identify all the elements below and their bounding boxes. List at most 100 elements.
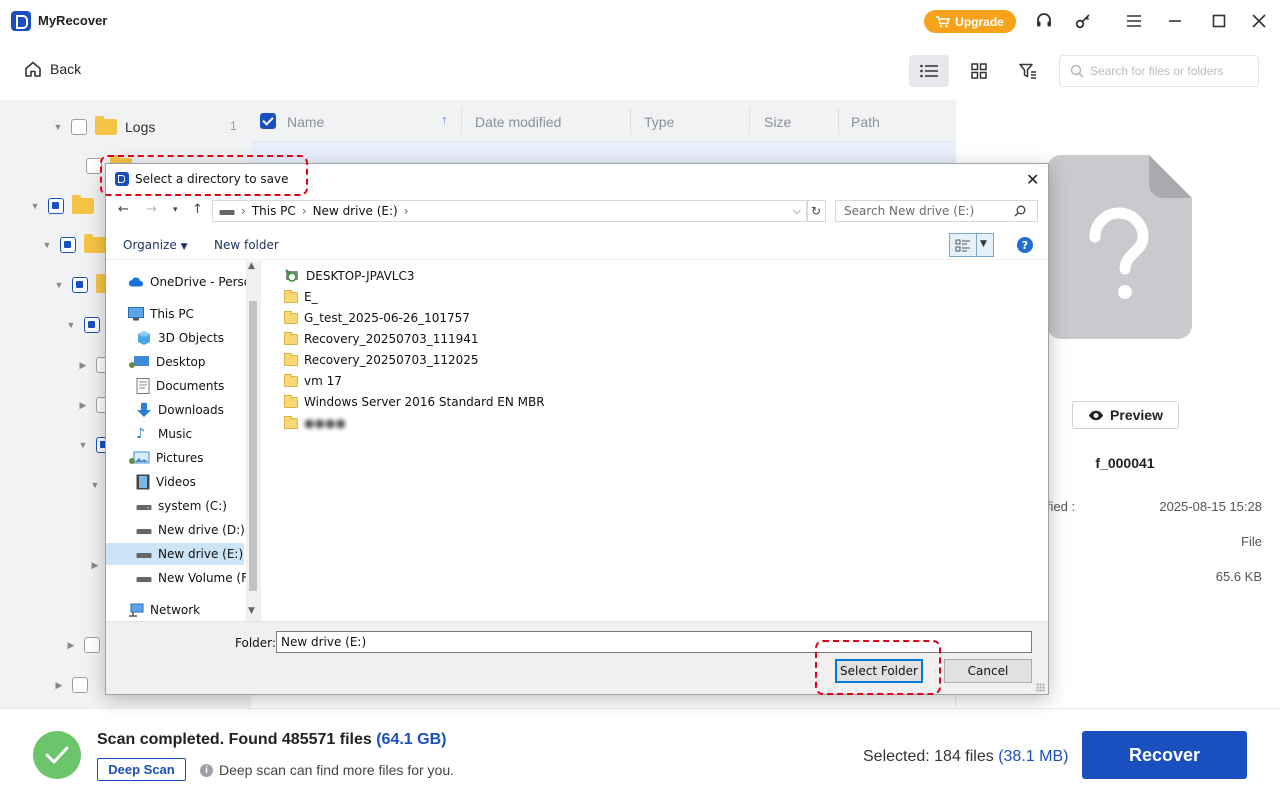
column-divider[interactable]	[838, 108, 839, 134]
breadcrumb-this-pc[interactable]: This PC	[252, 204, 296, 218]
list-item[interactable]: ●●●●	[284, 413, 346, 433]
back-button[interactable]: Back	[24, 60, 81, 78]
menu-icon[interactable]	[1123, 10, 1145, 32]
tree-item[interactable]: ▶	[90, 553, 100, 577]
address-bar[interactable]: › This PC › New drive (E:) › ⌵	[212, 200, 808, 222]
tree-checkbox[interactable]	[72, 677, 88, 693]
grid-view-button[interactable]	[959, 55, 999, 87]
list-item[interactable]: Recovery_20250703_111941	[284, 329, 479, 349]
tree-item[interactable]: ▶	[66, 633, 100, 657]
column-header-path[interactable]: Path	[851, 114, 880, 130]
list-view-button[interactable]	[909, 55, 949, 87]
nav-item-videos[interactable]: Videos	[136, 471, 196, 493]
list-item[interactable]: Windows Server 2016 Standard EN MBR	[284, 392, 545, 412]
tree-item[interactable]: ▼	[90, 473, 100, 497]
view-options-button[interactable]: ▼	[949, 233, 994, 257]
list-item[interactable]: DESKTOP-JPAVLC3	[284, 266, 414, 286]
preview-button[interactable]: Preview	[1072, 401, 1179, 429]
selected-count: Selected: 184 files	[863, 748, 994, 765]
nav-item-drive-d[interactable]: New drive (D:)	[136, 519, 245, 541]
select-all-checkbox[interactable]	[260, 113, 276, 129]
nav-item-drive-f[interactable]: New Volume (F:)	[136, 567, 256, 589]
chevron-right-icon[interactable]: ▶	[78, 400, 88, 411]
search-box[interactable]	[1059, 55, 1259, 87]
search-input[interactable]	[1090, 64, 1250, 78]
chevron-down-icon[interactable]: ▼	[78, 440, 88, 450]
tree-checkbox[interactable]	[84, 317, 100, 333]
chevron-down-icon[interactable]: ▼	[90, 480, 100, 490]
tree-checkbox[interactable]	[71, 119, 87, 135]
tree-checkbox[interactable]	[48, 198, 64, 214]
column-header-name[interactable]: Name	[287, 114, 324, 130]
breadcrumb-drive[interactable]: New drive (E:)	[313, 204, 398, 218]
column-header-type[interactable]: Type	[644, 114, 674, 130]
dialog-close-icon[interactable]: ✕	[1026, 170, 1039, 189]
tree-checkbox[interactable]	[72, 277, 88, 293]
chevron-down-icon[interactable]: ▼	[53, 122, 63, 132]
list-item[interactable]: G_test_2025-06-26_101757	[284, 308, 470, 328]
close-icon[interactable]	[1248, 10, 1270, 32]
tree-checkbox[interactable]	[84, 637, 100, 653]
upgrade-button[interactable]: Upgrade	[924, 10, 1016, 33]
dialog-search-box[interactable]	[835, 200, 1038, 222]
nav-item-music[interactable]: ♪ Music	[136, 423, 192, 445]
filter-button[interactable]	[1008, 55, 1048, 87]
recover-button[interactable]: Recover	[1082, 731, 1247, 779]
tree-item[interactable]: ▼	[66, 313, 100, 337]
sort-ascending-icon[interactable]: ↑	[441, 112, 448, 127]
minimize-icon[interactable]	[1164, 10, 1186, 32]
nav-item-downloads[interactable]: Downloads	[136, 399, 224, 421]
chevron-down-icon[interactable]: ▼	[42, 240, 52, 250]
maximize-icon[interactable]	[1208, 10, 1230, 32]
chevron-right-icon[interactable]: ▶	[90, 560, 100, 571]
support-headset-icon[interactable]	[1033, 10, 1055, 32]
nav-scrollbar[interactable]: ▲ ▼	[246, 261, 260, 621]
new-folder-button[interactable]: New folder	[214, 238, 279, 252]
chevron-right-icon[interactable]: ▶	[78, 360, 88, 371]
nav-item-network[interactable]: Network	[128, 599, 200, 621]
nav-item-desktop[interactable]: Desktop	[128, 351, 206, 373]
deep-scan-button[interactable]: Deep Scan	[97, 758, 186, 781]
tree-item-logs[interactable]: ▼ Logs	[53, 115, 155, 139]
scroll-up-icon[interactable]: ▲	[248, 261, 255, 271]
list-item[interactable]: E_	[284, 287, 318, 307]
help-icon[interactable]: ?	[1017, 237, 1033, 253]
column-divider[interactable]	[461, 108, 462, 134]
cancel-button[interactable]: Cancel	[944, 659, 1032, 683]
tree-item[interactable]: ▶	[54, 673, 88, 697]
forward-arrow-icon[interactable]: →	[146, 202, 157, 217]
refresh-icon[interactable]: ↻	[806, 200, 826, 222]
tree-checkbox[interactable]	[60, 237, 76, 253]
dialog-search-input[interactable]	[844, 204, 1014, 218]
chevron-down-icon[interactable]: ▼	[54, 280, 64, 290]
recent-locations-chevron-icon[interactable]: ▾	[173, 205, 178, 215]
column-header-date[interactable]: Date modified	[475, 114, 561, 130]
tree-item[interactable]: ▼	[42, 233, 106, 257]
organize-button[interactable]: Organize ▼	[123, 238, 188, 252]
key-icon[interactable]	[1072, 10, 1094, 32]
nav-item-drive-c[interactable]: system (C:)	[136, 495, 227, 517]
nav-item-pictures[interactable]: Pictures	[128, 447, 204, 469]
chevron-right-icon[interactable]: ▶	[54, 680, 64, 691]
list-item[interactable]: Recovery_20250703_112025	[284, 350, 479, 370]
chevron-down-icon[interactable]: ▼	[980, 239, 987, 249]
nav-item-documents[interactable]: Documents	[136, 375, 224, 397]
column-divider[interactable]	[749, 108, 750, 134]
tree-item[interactable]: ▼	[30, 194, 94, 218]
nav-item-this-pc[interactable]: This PC	[128, 303, 194, 325]
chevron-right-icon[interactable]: ▶	[66, 640, 76, 651]
column-divider[interactable]	[630, 108, 631, 134]
scroll-down-icon[interactable]: ▼	[248, 606, 255, 616]
scrollbar-thumb[interactable]	[249, 301, 257, 591]
list-item[interactable]: vm 17	[284, 371, 342, 391]
nav-item-3d-objects[interactable]: 3D Objects	[136, 327, 224, 349]
nav-item-drive-e[interactable]: New drive (E:)	[106, 543, 244, 565]
address-dropdown-chevron-icon[interactable]: ⌵	[793, 204, 801, 218]
nav-item-onedrive[interactable]: OneDrive - Person	[128, 271, 259, 293]
back-arrow-icon[interactable]: ←	[118, 202, 129, 217]
resize-grip[interactable]	[1036, 683, 1045, 692]
chevron-down-icon[interactable]: ▼	[30, 201, 40, 211]
up-arrow-icon[interactable]: ↑	[192, 202, 203, 217]
column-header-size[interactable]: Size	[764, 114, 791, 130]
chevron-down-icon[interactable]: ▼	[66, 320, 76, 330]
